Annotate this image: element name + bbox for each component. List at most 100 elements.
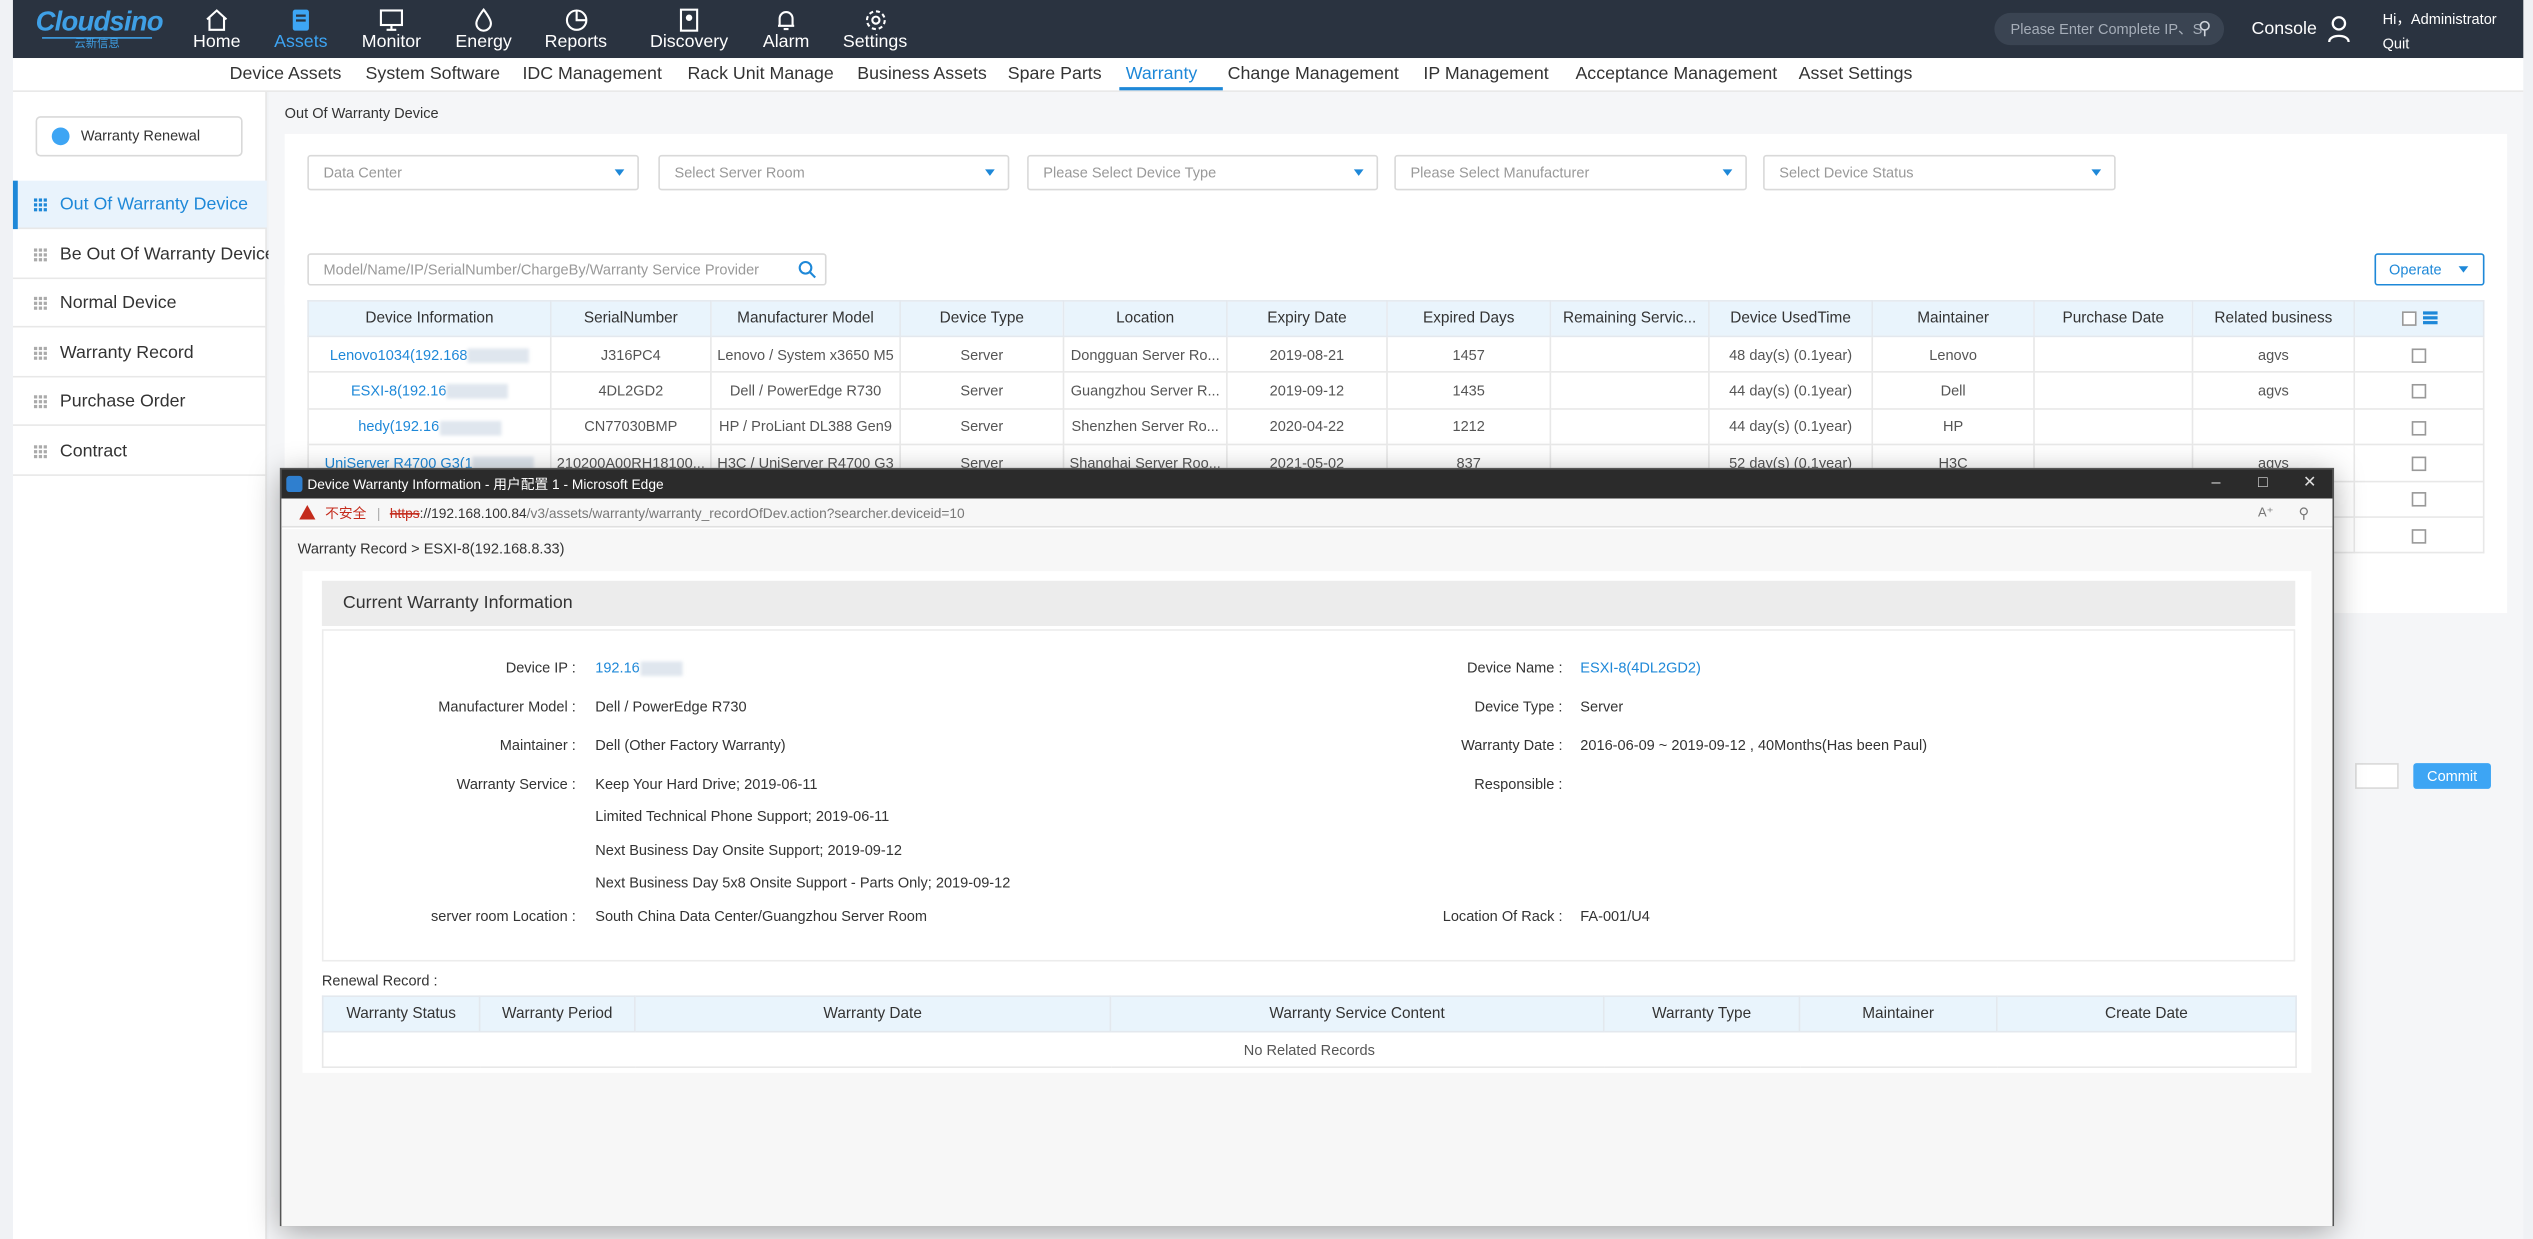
table-cell: Lenovo	[1871, 335, 2035, 374]
column-header[interactable]: Device Information	[307, 300, 552, 338]
row-checkbox[interactable]	[2411, 456, 2427, 471]
sidebar-item-purchase-order[interactable]: Purchase Order	[12, 378, 267, 426]
sidebar-item-label: Out Of Warranty Device	[59, 195, 249, 215]
device-link-cell[interactable]: ESXI-8(192.16	[307, 371, 552, 410]
caret-down-icon	[614, 169, 625, 176]
column-header[interactable]: Device UsedTime	[1708, 300, 1874, 338]
warranty-renewal-button[interactable]: Warranty Renewal	[35, 116, 243, 157]
device-link[interactable]: hedy(192.16	[358, 419, 439, 435]
subnav-asset-settings[interactable]: Asset Settings	[1799, 65, 1913, 84]
subnav-change-management[interactable]: Change Management	[1228, 65, 1399, 84]
subnav-ip-management[interactable]: IP Management	[1423, 65, 1548, 84]
nav-home[interactable]: Home	[171, 5, 262, 57]
table-row[interactable]: hedy(192.16 CN77030BMP HP / ProLiant DL3…	[307, 407, 2485, 446]
select-placeholder: Please Select Manufacturer	[1410, 164, 1590, 181]
column-header[interactable]: Expiry Date	[1226, 300, 1388, 338]
table-row[interactable]: Lenovo1034(192.168 J316PC4 Lenovo / Syst…	[307, 335, 2485, 374]
quit-link[interactable]: Quit	[2383, 32, 2497, 56]
console-link[interactable]: Console	[2252, 19, 2317, 38]
url-text[interactable]: https://192.168.100.84/v3/assets/warrant…	[390, 499, 965, 528]
subnav-spare-parts[interactable]: Spare Parts	[1008, 65, 1102, 84]
column-header[interactable]: Manufacturer Model	[710, 300, 901, 338]
device-type-label: Device Type :	[1474, 698, 1563, 715]
row-checkbox[interactable]	[2411, 420, 2427, 435]
zoom-icon[interactable]: ⚲	[2298, 499, 2309, 528]
column-header[interactable]: SerialNumber	[549, 300, 712, 338]
device-ip-value[interactable]: 192.16	[595, 660, 682, 677]
column-header[interactable]: Device Type	[899, 300, 1065, 338]
subnav-idc-management[interactable]: IDC Management	[522, 65, 661, 84]
nav-assets[interactable]: Assets	[256, 5, 347, 57]
column-header: Warranty Service Content	[1109, 995, 1605, 1033]
column-header[interactable]: Location	[1062, 300, 1228, 338]
sidebar-item-warranty-record[interactable]: Warranty Record	[12, 329, 267, 378]
sidebar-item-contract[interactable]: Contract	[12, 428, 267, 476]
global-search-input[interactable]: Please Enter Complete IP、S ⚲	[1994, 12, 2225, 46]
server-room-select[interactable]: Select Server Room	[658, 154, 1010, 191]
minimize-icon[interactable]: –	[2193, 469, 2238, 498]
search-icon[interactable]: ⚲	[2198, 13, 2211, 45]
search-icon[interactable]	[797, 260, 816, 279]
maximize-icon[interactable]: □	[2240, 469, 2285, 498]
column-header: Warranty Date	[634, 995, 1112, 1033]
close-icon[interactable]: ✕	[2287, 469, 2332, 498]
row-checkbox[interactable]	[2411, 492, 2427, 508]
keyword-search-input[interactable]: Model/Name/IP/SerialNumber/ChargeBy/Warr…	[307, 253, 827, 286]
table-row[interactable]: ESXI-8(192.16 4DL2GD2 Dell / PowerEdge R…	[307, 371, 2485, 410]
device-link-cell[interactable]: Lenovo1034(192.168	[307, 335, 552, 374]
nav-settings[interactable]: Settings	[830, 5, 921, 57]
subnav-rack-unit-manage[interactable]: Rack Unit Manage	[687, 65, 833, 84]
subnav-acceptance-management[interactable]: Acceptance Management	[1575, 65, 1777, 84]
nav-reports[interactable]: Reports	[531, 5, 622, 57]
commit-button[interactable]: Commit	[2413, 763, 2491, 789]
device-name-value[interactable]: ESXI-8(4DL2GD2)	[1580, 660, 1701, 676]
column-header[interactable]: Purchase Date	[2033, 300, 2194, 338]
device-type-select[interactable]: Please Select Device Type	[1027, 154, 1379, 191]
column-header[interactable]: Related business	[2191, 300, 2356, 338]
page-jump-input[interactable]	[2355, 763, 2399, 789]
sidebar-item-be-out-of-warranty[interactable]: Be Out Of Warranty Device	[12, 231, 275, 280]
select-placeholder: Select Device Status	[1779, 164, 1914, 181]
row-checkbox[interactable]	[2411, 528, 2427, 544]
data-center-select[interactable]: Data Center	[307, 154, 639, 191]
nav-discovery[interactable]: Discovery	[644, 5, 735, 57]
device-link[interactable]: Lenovo1034(192.168	[330, 346, 468, 362]
window-titlebar[interactable]: Device Warranty Information - 用户配置 1 - M…	[281, 469, 2333, 499]
nav-alarm[interactable]: Alarm	[741, 5, 832, 57]
row-checkbox[interactable]	[2411, 384, 2427, 399]
subnav-device-assets[interactable]: Device Assets	[230, 65, 342, 84]
column-header: Warranty Type	[1602, 995, 1801, 1033]
read-aloud-icon[interactable]: A⁺	[2258, 499, 2273, 528]
user-icon[interactable]	[2328, 15, 2351, 44]
logo[interactable]: Cloudsino 云新信息	[35, 6, 164, 50]
nav-energy[interactable]: Energy	[438, 5, 529, 57]
manufacturer-select[interactable]: Please Select Manufacturer	[1394, 154, 1747, 191]
table-cell: 1212	[1386, 407, 1552, 446]
operate-label: Operate	[2389, 261, 2442, 278]
column-header[interactable]: Maintainer	[1871, 300, 2035, 338]
select-all-checkbox[interactable]	[2401, 311, 2416, 326]
subnav-warranty[interactable]: Warranty	[1126, 65, 1198, 84]
operate-dropdown-button[interactable]: Operate	[2374, 253, 2485, 286]
address-bar[interactable]: 不安全 | https://192.168.100.84/v3/assets/w…	[281, 498, 2333, 528]
nav-discovery-label: Discovery	[649, 32, 729, 52]
row-checkbox[interactable]	[2411, 348, 2427, 363]
top-navbar: Cloudsino 云新信息 Home Assets Monitor Energ…	[12, 0, 2524, 59]
column-header[interactable]: Remaining Servic...	[1549, 300, 1710, 338]
subnav-business-assets[interactable]: Business Assets	[857, 65, 987, 84]
sidebar-item-normal-device[interactable]: Normal Device	[12, 279, 267, 328]
column-header[interactable]: Expired Days	[1386, 300, 1552, 338]
subnav-system-software[interactable]: System Software	[366, 65, 500, 84]
logo-text: Cloudsino	[35, 6, 164, 38]
warranty-info-popup-window: Device Warranty Information - 用户配置 1 - M…	[279, 467, 2335, 1227]
device-status-select[interactable]: Select Device Status	[1763, 154, 2116, 191]
column-settings-icon[interactable]	[2422, 312, 2437, 326]
caret-down-icon	[1353, 169, 1364, 176]
nav-monitor[interactable]: Monitor	[346, 5, 437, 57]
device-link-cell[interactable]: hedy(192.16	[307, 407, 552, 446]
nav-assets-label: Assets	[274, 32, 328, 52]
sidebar-item-out-of-warranty[interactable]: Out Of Warranty Device	[12, 180, 267, 230]
device-link[interactable]: ESXI-8(192.16	[351, 382, 447, 398]
device-ip-label: Device IP :	[505, 659, 576, 676]
sidebar-item-label: Be Out Of Warranty Device	[59, 245, 275, 265]
